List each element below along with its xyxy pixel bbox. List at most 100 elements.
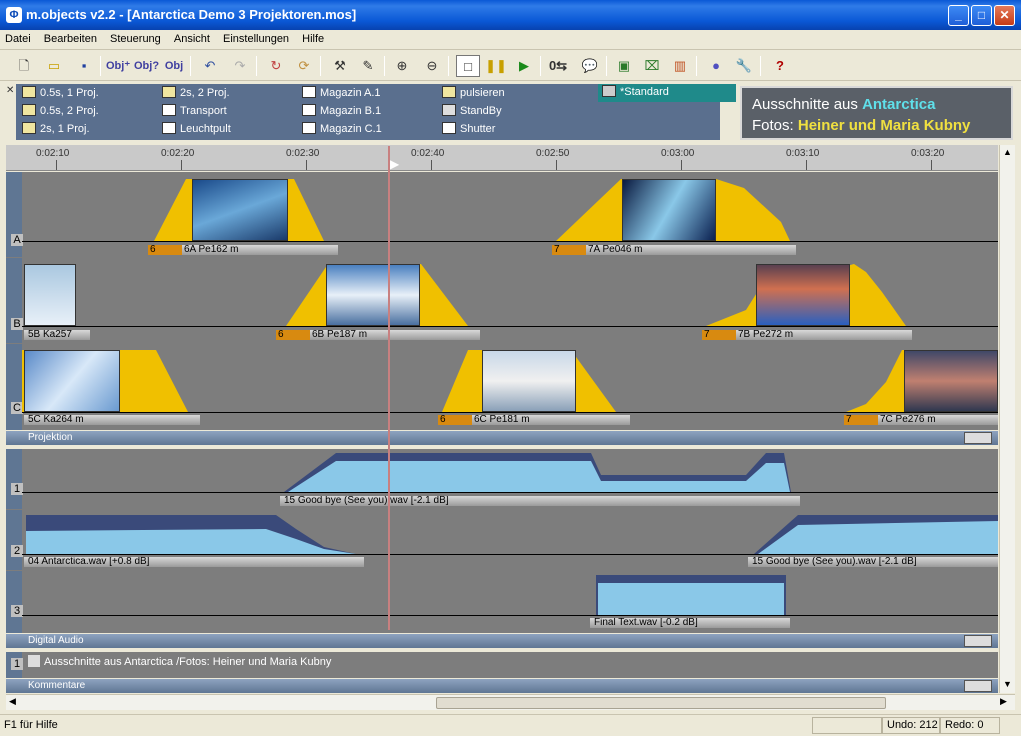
pin-icon[interactable]: ✎	[356, 55, 380, 77]
tool-item[interactable]: 0.5s, 2 Proj.	[22, 103, 99, 120]
clip-bar[interactable]: 5C Ka264 m	[24, 415, 200, 425]
playback-cursor[interactable]	[388, 146, 390, 630]
sync-icon[interactable]: ⟳	[292, 55, 316, 77]
audio-tracks[interactable]: 1 2 3 15 Good bye (See you).wav [-2.1 dB…	[6, 449, 998, 633]
tool-item-standard[interactable]: *Standard	[598, 84, 736, 102]
maximize-button[interactable]: □	[971, 5, 992, 26]
menu-hilfe[interactable]: Hilfe	[297, 30, 329, 45]
comment-text: Ausschnitte aus	[752, 96, 863, 113]
pause-icon[interactable]: ❚❚	[484, 55, 508, 77]
slide-thumbnail[interactable]	[24, 264, 76, 326]
time-ruler[interactable]: 0:02:10 0:02:20 0:02:30 0:02:40 0:02:50 …	[6, 145, 998, 171]
clip-bar[interactable]: 7 7B Pe272 m	[702, 330, 912, 340]
color-icon[interactable]: ●	[704, 55, 728, 77]
clip-bar[interactable]: 7 7C Pe276 m	[844, 415, 998, 425]
tool-item[interactable]: Shutter	[442, 121, 495, 138]
zero-jump-icon[interactable]: 0⇆	[546, 55, 570, 77]
window-title: m.objects v2.2 - [Antarctica Demo 3 Proj…	[26, 7, 357, 22]
slide-thumbnail[interactable]	[192, 179, 288, 241]
tool-item[interactable]: Magazin C.1	[302, 121, 382, 138]
clip-bar[interactable]: 7 7A Pe046 m	[552, 245, 796, 255]
tool-item[interactable]: Magazin A.1	[302, 85, 381, 102]
title-bar: Φ m.objects v2.2 - [Antarctica Demo 3 Pr…	[0, 0, 1021, 30]
audio-waveforms	[26, 453, 998, 615]
bars-icon[interactable]: ▥	[668, 55, 692, 77]
clip-bar[interactable]: 6 6B Pe187 m	[276, 330, 480, 340]
scroll-up-icon[interactable]: ▲	[1003, 147, 1012, 157]
audio-clip-bar[interactable]: 15 Good bye (See you).wav [-2.1 dB]	[748, 557, 998, 567]
ruler-tick: 0:03:00	[661, 148, 695, 159]
help-icon[interactable]: ?	[768, 55, 792, 77]
comment-lane-label: 1	[11, 658, 23, 670]
zoom-in-icon[interactable]: ⊕	[390, 55, 414, 77]
tool-item[interactable]: Magazin B.1	[302, 103, 381, 120]
comment-track[interactable]: 1 Ausschnitte aus Antarctica /Fotos: Hei…	[6, 652, 998, 678]
slide-thumbnail[interactable]	[24, 350, 120, 412]
playhead-icon[interactable]: ▶	[390, 157, 399, 171]
clip-label: 5B Ka257	[28, 330, 72, 340]
menu-ansicht[interactable]: Ansicht	[169, 30, 215, 45]
clip-label: 04 Antarctica.wav [+0.8 dB]	[28, 557, 150, 567]
collapse-button[interactable]	[964, 432, 992, 444]
slide-thumbnail[interactable]	[756, 264, 850, 326]
scroll-thumb[interactable]	[436, 697, 886, 709]
section-header-projektion[interactable]: Projektion	[6, 431, 998, 445]
tool-item[interactable]: 2s, 1 Proj.	[22, 121, 90, 138]
tool-item[interactable]: pulsieren	[442, 85, 505, 102]
minimize-button[interactable]: _	[948, 5, 969, 26]
clip-bar[interactable]: 6 6C Pe181 m	[438, 415, 630, 425]
lightbox-icon	[162, 122, 176, 134]
arrow-icon	[162, 104, 176, 116]
refresh-icon[interactable]: ↻	[264, 55, 288, 77]
speech-icon[interactable]: 💬	[578, 55, 602, 77]
save-icon[interactable]: ▪	[72, 55, 96, 77]
obj-help-icon[interactable]: Obj?	[134, 55, 159, 77]
menu-datei[interactable]: Datei	[0, 30, 36, 45]
obj-icon[interactable]: Obj	[162, 55, 186, 77]
image-icon[interactable]: ▣	[612, 55, 636, 77]
clip-bar[interactable]: 5B Ka257	[24, 330, 90, 340]
open-icon[interactable]: ▭	[42, 55, 66, 77]
stop-icon[interactable]: □	[456, 55, 480, 77]
slide-thumbnail[interactable]	[904, 350, 998, 412]
projector-icon[interactable]: ⌧	[640, 55, 664, 77]
menu-einstellungen[interactable]: Einstellungen	[218, 30, 294, 45]
section-header-digital-audio[interactable]: Digital Audio	[6, 634, 998, 648]
zoom-out-icon[interactable]: ⊖	[420, 55, 444, 77]
redo-icon[interactable]: ↷	[228, 55, 252, 77]
close-button[interactable]: ✕	[994, 5, 1015, 26]
tool-item[interactable]: Leuchtpult	[162, 121, 231, 138]
collapse-button[interactable]	[964, 635, 992, 647]
menu-steuerung[interactable]: Steuerung	[105, 30, 166, 45]
audio-clip-bar[interactable]: Final Text.wav [-0.2 dB]	[590, 618, 790, 628]
comment-object[interactable]: Ausschnitte aus Antarctica /Fotos: Heine…	[28, 655, 331, 668]
scroll-down-icon[interactable]: ▼	[1003, 679, 1012, 689]
audio-clip-bar[interactable]: 15 Good bye (See you).wav [-2.1 dB]	[280, 496, 800, 506]
tool-item[interactable]: Transport	[162, 103, 227, 120]
undo-icon[interactable]: ↶	[198, 55, 222, 77]
vertical-scrollbar[interactable]: ▲ ▼	[999, 145, 1015, 693]
play-icon[interactable]: ▶	[512, 55, 536, 77]
comment-text: Fotos:	[752, 117, 798, 134]
scroll-left-icon[interactable]: ◀	[9, 696, 16, 707]
new-icon[interactable]: 🗋	[12, 55, 36, 77]
projection-tracks[interactable]: A B C 6 6A Pe162 m 7 7A Pe046 m 5B Ka257 6…	[6, 172, 998, 430]
slide-thumbnail[interactable]	[622, 179, 716, 241]
menu-bearbeiten[interactable]: Bearbeiten	[39, 30, 102, 45]
slide-thumbnail[interactable]	[482, 350, 576, 412]
tool-item[interactable]: StandBy	[442, 103, 502, 120]
hammer-icon[interactable]: ⚒	[328, 55, 352, 77]
obj-add-icon[interactable]: Obj⁺	[106, 55, 130, 77]
tool-item[interactable]: 0.5s, 1 Proj.	[22, 85, 99, 102]
app-logo-icon[interactable]: Φ	[6, 7, 22, 23]
wrench-icon[interactable]: 🔧	[732, 55, 756, 77]
horizontal-scrollbar[interactable]: ◀ ▶	[6, 694, 1015, 710]
audio-clip-bar[interactable]: 04 Antarctica.wav [+0.8 dB]	[24, 557, 364, 567]
scroll-right-icon[interactable]: ▶	[1000, 696, 1007, 707]
slide-thumbnail[interactable]	[326, 264, 420, 326]
section-header-kommentare[interactable]: Kommentare	[6, 679, 998, 693]
close-icon[interactable]: ✕	[6, 85, 14, 96]
clip-bar[interactable]: 6 6A Pe162 m	[148, 245, 338, 255]
tool-item[interactable]: 2s, 2 Proj.	[162, 85, 230, 102]
collapse-button[interactable]	[964, 680, 992, 692]
